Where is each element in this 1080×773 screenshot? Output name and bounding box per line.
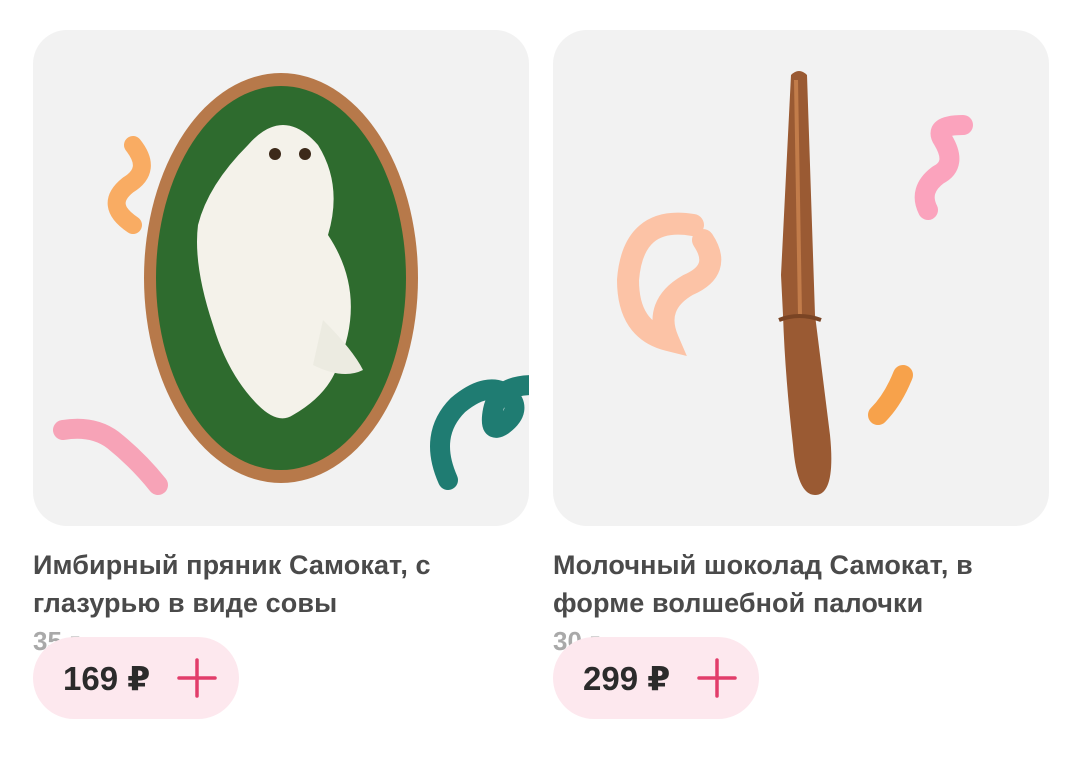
- plus-icon: [697, 658, 737, 698]
- product-title: Имбирный пряник Самокат, с глазурью в ви…: [33, 546, 529, 622]
- product-card[interactable]: Молочный шоколад Самокат, в форме волшеб…: [553, 30, 1049, 658]
- chocolate-wand-image: [616, 71, 973, 495]
- add-to-cart-button[interactable]: 169 ₽: [33, 637, 239, 719]
- product-title-line: Имбирный пряник Самокат, с: [33, 550, 431, 580]
- product-title-line: глазурью в виде совы: [33, 588, 338, 618]
- price-label: 299 ₽: [583, 659, 671, 697]
- owl-gingerbread-image: [53, 73, 529, 495]
- product-title-line: Молочный шоколад Самокат, в: [553, 550, 973, 580]
- add-to-cart-button[interactable]: 299 ₽: [553, 637, 759, 719]
- product-title-line: форме волшебной палочки: [553, 588, 924, 618]
- product-card[interactable]: Имбирный пряник Самокат, с глазурью в ви…: [33, 30, 529, 658]
- plus-icon: [177, 658, 217, 698]
- product-image[interactable]: [33, 30, 529, 526]
- price-label: 169 ₽: [63, 659, 151, 697]
- product-image[interactable]: [553, 30, 1049, 526]
- product-title: Молочный шоколад Самокат, в форме волшеб…: [553, 546, 1049, 622]
